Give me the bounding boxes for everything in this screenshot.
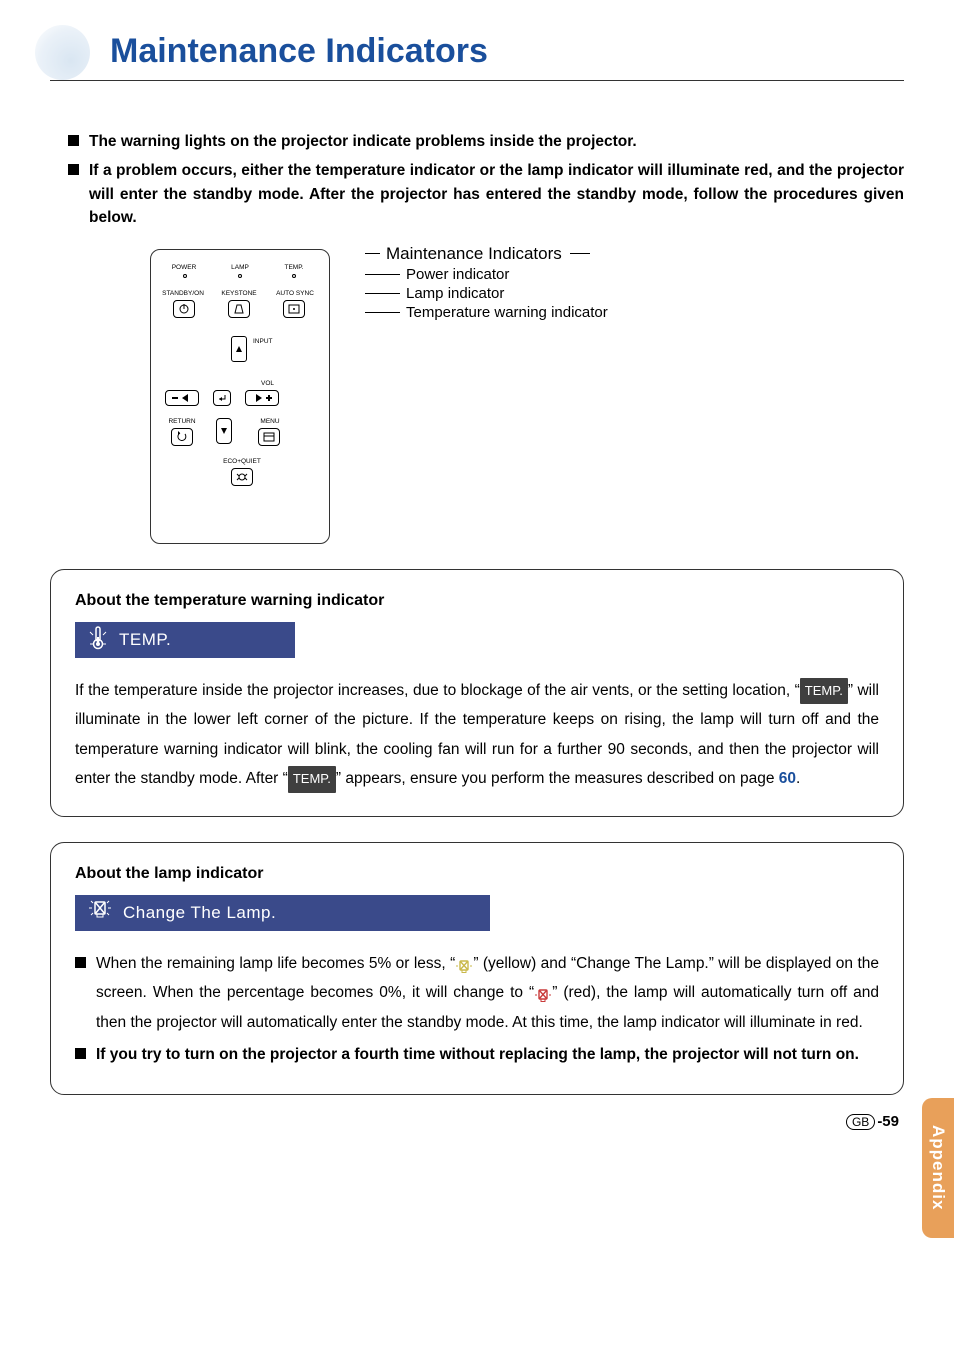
square-bullet-icon bbox=[68, 164, 79, 175]
temp-banner-text: TEMP. bbox=[119, 630, 171, 650]
lamp-heading: About the lamp indicator bbox=[75, 865, 879, 883]
lamp-icon bbox=[87, 897, 113, 928]
callout-lamp: Lamp indicator bbox=[406, 285, 504, 302]
page-reference-link[interactable]: 60 bbox=[779, 770, 796, 787]
lamp-indicator-dot bbox=[238, 274, 242, 278]
lamp-banner-text: Change The Lamp. bbox=[123, 903, 276, 923]
lamp-bullet-2-text: If you try to turn on the projector a fo… bbox=[96, 1043, 859, 1066]
temp-banner: TEMP. bbox=[75, 622, 295, 658]
temp-inline-badge: TEMP. bbox=[288, 766, 336, 793]
page-title-block: Maintenance Indicators bbox=[50, 30, 904, 100]
intro-item: The warning lights on the projector indi… bbox=[68, 130, 904, 153]
vol-plus-button-icon bbox=[245, 390, 279, 406]
eco-button-icon bbox=[231, 468, 253, 486]
projector-control-panel: POWER LAMP TEMP. STANDBY/ON KEYSTONE AUT… bbox=[150, 249, 330, 544]
callout-power: Power indicator bbox=[406, 266, 509, 283]
callout-main: Maintenance Indicators bbox=[386, 244, 562, 264]
title-underline bbox=[50, 80, 904, 81]
power-indicator-dot bbox=[183, 274, 187, 278]
return-button-icon bbox=[171, 428, 193, 446]
autosync-button-icon bbox=[283, 300, 305, 318]
lamp-bullet-1: When the remaining lamp life becomes 5% … bbox=[75, 949, 879, 1037]
thermometer-icon bbox=[87, 625, 109, 656]
panel-label-standby: STANDBY/ON bbox=[161, 290, 205, 297]
square-bullet-icon bbox=[68, 135, 79, 146]
temp-text-a: If the temperature inside the projector … bbox=[75, 682, 800, 699]
callout-temp: Temperature warning indicator bbox=[406, 304, 608, 321]
square-bullet-icon bbox=[75, 957, 86, 968]
temp-text-c: ” appears, ensure you perform the measur… bbox=[336, 770, 779, 787]
keystone-button-icon bbox=[228, 300, 250, 318]
indicator-diagram: POWER LAMP TEMP. STANDBY/ON KEYSTONE AUT… bbox=[150, 249, 904, 544]
temp-inline-badge: TEMP. bbox=[800, 678, 848, 705]
input-down-button-icon bbox=[216, 418, 232, 444]
panel-label-keystone: KEYSTONE bbox=[217, 290, 261, 297]
appendix-tab: Appendix bbox=[922, 1098, 954, 1238]
temp-heading: About the temperature warning indicator bbox=[75, 592, 879, 610]
menu-button-icon bbox=[258, 428, 280, 446]
panel-label-power: POWER bbox=[167, 264, 201, 271]
square-bullet-icon bbox=[75, 1048, 86, 1059]
lamp-red-icon bbox=[534, 985, 552, 1001]
panel-label-menu: MENU bbox=[255, 418, 285, 425]
lamp-section: About the lamp indicator Change The Lamp… bbox=[50, 842, 904, 1096]
lamp-bullet-1-text: When the remaining lamp life becomes 5% … bbox=[96, 949, 879, 1037]
page-number: -59 bbox=[877, 1113, 899, 1130]
input-up-button-icon bbox=[231, 336, 247, 362]
intro-list: The warning lights on the projector indi… bbox=[68, 130, 904, 229]
temp-paragraph: If the temperature inside the projector … bbox=[75, 676, 879, 794]
lamp-bullet-2: If you try to turn on the projector a fo… bbox=[75, 1043, 879, 1066]
panel-label-return: RETURN bbox=[165, 418, 199, 425]
indicator-callouts: Maintenance Indicators Power indicator L… bbox=[365, 244, 608, 544]
temp-text-d: . bbox=[796, 770, 800, 787]
temp-indicator-dot bbox=[292, 274, 296, 278]
enter-button-icon bbox=[213, 390, 231, 406]
panel-label-temp: TEMP. bbox=[279, 264, 309, 271]
panel-label-autosync: AUTO SYNC bbox=[271, 290, 319, 297]
page-footer: GB -59 bbox=[846, 1113, 899, 1130]
lamp-banner: Change The Lamp. bbox=[75, 895, 490, 931]
intro-text: If a problem occurs, either the temperat… bbox=[89, 159, 904, 229]
appendix-label: Appendix bbox=[928, 1125, 948, 1210]
lamp-yellow-icon bbox=[455, 956, 473, 972]
panel-label-eco: ECO+QUIET bbox=[217, 458, 267, 465]
standby-button-icon bbox=[173, 300, 195, 318]
page-title: Maintenance Indicators bbox=[110, 32, 488, 71]
decorative-circle-icon bbox=[35, 25, 90, 80]
vol-minus-button-icon bbox=[165, 390, 199, 406]
panel-label-input: INPUT bbox=[253, 338, 283, 345]
temp-section: About the temperature warning indicator … bbox=[50, 569, 904, 817]
intro-item: If a problem occurs, either the temperat… bbox=[68, 159, 904, 229]
lamp-b1-a: When the remaining lamp life becomes 5% … bbox=[96, 955, 455, 972]
panel-label-vol: VOL bbox=[261, 380, 285, 387]
region-badge: GB bbox=[846, 1114, 875, 1130]
intro-text: The warning lights on the projector indi… bbox=[89, 130, 637, 153]
panel-label-lamp: LAMP bbox=[225, 264, 255, 271]
